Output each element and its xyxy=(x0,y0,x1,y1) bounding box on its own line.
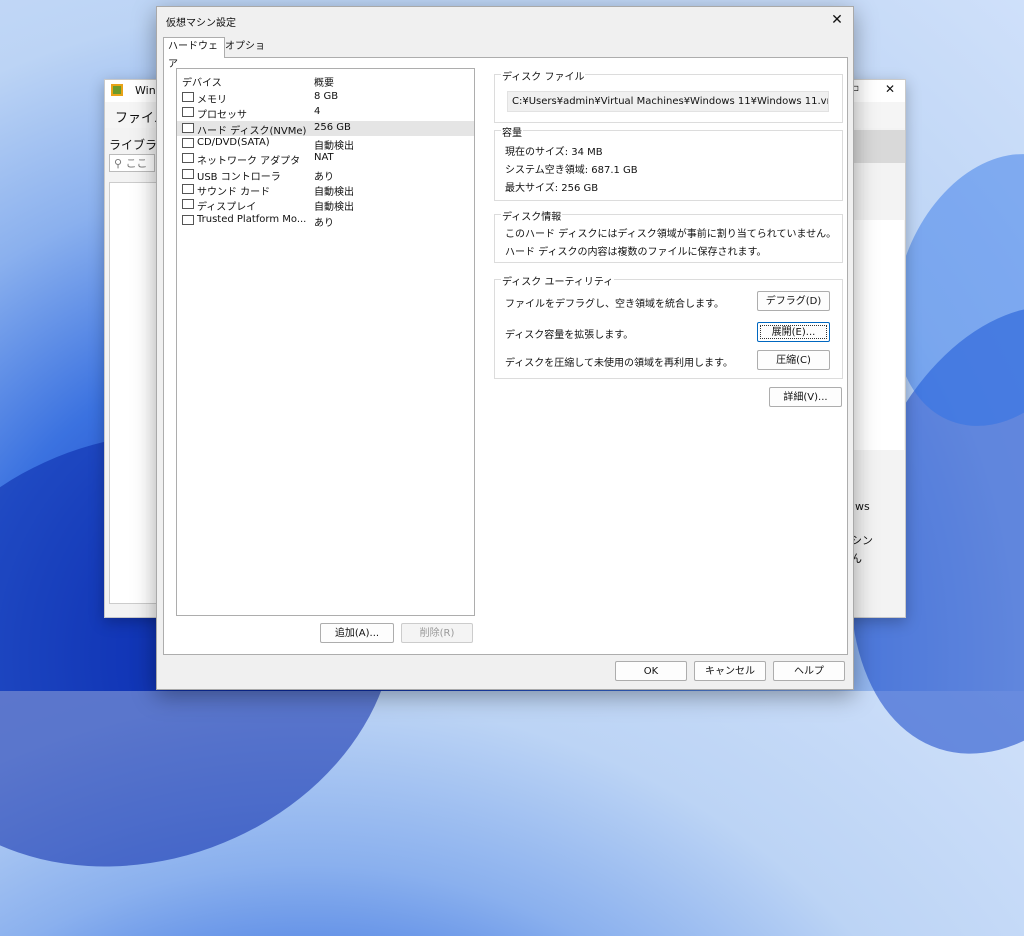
hard-disk-icon xyxy=(182,123,194,133)
close-icon[interactable]: ✕ xyxy=(827,10,847,30)
column-summary: 概要 xyxy=(314,78,334,89)
add-device-button[interactable]: 追加(A)... xyxy=(320,623,394,643)
column-device: デバイス xyxy=(182,78,222,89)
device-row-cd-dvd[interactable]: CD/DVD(SATA) 自動検出 xyxy=(177,136,474,152)
disk-utility-group: ディスク ユーティリティ ファイルをデフラグし、空き領域を統合します。 デフラグ… xyxy=(494,273,843,379)
device-summary: 256 GB xyxy=(314,122,351,133)
device-summary: 8 GB xyxy=(314,91,339,102)
speaker-icon xyxy=(182,184,194,194)
group-title: 容量 xyxy=(501,124,523,139)
device-summary: 自動検出 xyxy=(314,187,354,198)
device-row-hard-disk[interactable]: ハード ディスク(NVMe) 256 GB xyxy=(177,121,474,137)
device-row-usb-controller[interactable]: USB コントローラ あり xyxy=(177,167,474,183)
library-search-input[interactable]: ⚲ ここ xyxy=(109,154,155,172)
library-label: ライブラ xyxy=(109,138,158,152)
cancel-button[interactable]: キャンセル xyxy=(694,661,766,681)
device-summary: あり xyxy=(314,172,334,183)
device-row-processor[interactable]: プロセッサ 4 xyxy=(177,105,474,121)
processor-icon xyxy=(182,107,194,117)
usb-icon xyxy=(182,169,194,179)
ok-button[interactable]: OK xyxy=(615,661,687,681)
current-size-text: 現在のサイズ: 34 MB xyxy=(505,147,603,158)
search-icon: ⚲ xyxy=(114,157,123,170)
device-row-memory[interactable]: メモリ 8 GB xyxy=(177,90,474,106)
device-summary: あり xyxy=(314,218,334,229)
device-summary: NAT xyxy=(314,152,334,163)
network-adapter-icon xyxy=(182,153,194,163)
device-name: ネットワーク アダプタ xyxy=(197,156,301,167)
help-button[interactable]: ヘルプ xyxy=(773,661,845,681)
disk-info-line: このハード ディスクにはディスク領域が事前に割り当てられていません。 xyxy=(505,229,837,240)
background-tab-strip xyxy=(853,130,905,163)
device-row-sound-card[interactable]: サウンド カード 自動検出 xyxy=(177,182,474,198)
dialog-title: 仮想マシン設定 xyxy=(166,18,236,29)
background-text: シン xyxy=(851,534,873,547)
group-title: ディスク情報 xyxy=(501,208,563,223)
device-name: Trusted Platform Mo... xyxy=(197,214,307,225)
disk-file-path: C:¥Users¥admin¥Virtual Machines¥Windows … xyxy=(507,91,829,112)
memory-icon xyxy=(182,92,194,102)
close-icon[interactable]: ✕ xyxy=(885,82,895,96)
remove-device-button[interactable]: 削除(R) xyxy=(401,623,473,643)
advanced-button[interactable]: 詳細(V)... xyxy=(769,387,842,407)
disk-file-group: ディスク ファイル C:¥Users¥admin¥Virtual Machine… xyxy=(494,68,843,123)
disk-info-line: ハード ディスクの内容は複数のファイルに保存されます。 xyxy=(505,247,767,258)
device-name: ディスプレイ xyxy=(197,202,257,213)
device-name: サウンド カード xyxy=(197,187,271,198)
device-summary: 4 xyxy=(314,106,321,117)
device-name: プロセッサ xyxy=(197,110,247,121)
group-title: ディスク ユーティリティ xyxy=(501,273,615,288)
device-list[interactable]: デバイス 概要 メモリ 8 GB プロセッサ 4 ハード ディスク(NVMe) … xyxy=(176,68,475,616)
tab-hardware[interactable]: ハードウェア xyxy=(163,37,225,70)
tab-options[interactable]: オプション xyxy=(221,38,269,70)
library-tree[interactable] xyxy=(109,182,157,604)
group-title: ディスク ファイル xyxy=(501,68,586,83)
expand-button[interactable]: 展開(E)... xyxy=(757,322,830,342)
display-icon xyxy=(182,199,194,209)
device-summary: 自動検出 xyxy=(314,202,354,213)
hardware-tab-panel: デバイス 概要 メモリ 8 GB プロセッサ 4 ハード ディスク(NVMe) … xyxy=(163,57,848,655)
background-content-pane xyxy=(853,220,904,450)
device-list-header: デバイス 概要 xyxy=(177,69,474,89)
device-name: USB コントローラ xyxy=(197,172,281,183)
defrag-description: ファイルをデフラグし、空き領域を統合します。 xyxy=(505,299,724,310)
vm-settings-dialog: 仮想マシン設定 ✕ ハードウェア オプション デバイス 概要 メモリ 8 GB … xyxy=(156,6,854,690)
device-name: CD/DVD(SATA) xyxy=(197,137,270,148)
device-summary: 自動検出 xyxy=(314,141,354,152)
background-text: ws xyxy=(855,500,870,513)
disk-info-group: ディスク情報 このハード ディスクにはディスク領域が事前に割り当てられていません… xyxy=(494,208,843,263)
capacity-group: 容量 現在のサイズ: 34 MB システム空き領域: 687.1 GB 最大サイ… xyxy=(494,124,843,201)
device-name: メモリ xyxy=(197,95,227,106)
max-size-text: 最大サイズ: 256 GB xyxy=(505,183,599,194)
defrag-button[interactable]: デフラグ(D) xyxy=(757,291,830,311)
device-row-network-adapter[interactable]: ネットワーク アダプタ NAT xyxy=(177,151,474,167)
system-free-space-text: システム空き領域: 687.1 GB xyxy=(505,165,638,176)
device-name: ハード ディスク(NVMe) xyxy=(197,126,307,137)
compact-description: ディスクを圧縮して未使用の領域を再利用します。 xyxy=(505,358,733,369)
search-placeholder: ここ xyxy=(125,157,148,170)
vmware-logo-icon xyxy=(111,84,123,96)
expand-description: ディスク容量を拡張します。 xyxy=(505,330,634,341)
device-row-tpm[interactable]: Trusted Platform Mo... あり xyxy=(177,213,474,229)
tpm-icon xyxy=(182,215,194,225)
compact-button[interactable]: 圧縮(C) xyxy=(757,350,830,370)
cd-dvd-icon xyxy=(182,138,194,148)
device-row-display[interactable]: ディスプレイ 自動検出 xyxy=(177,197,474,213)
